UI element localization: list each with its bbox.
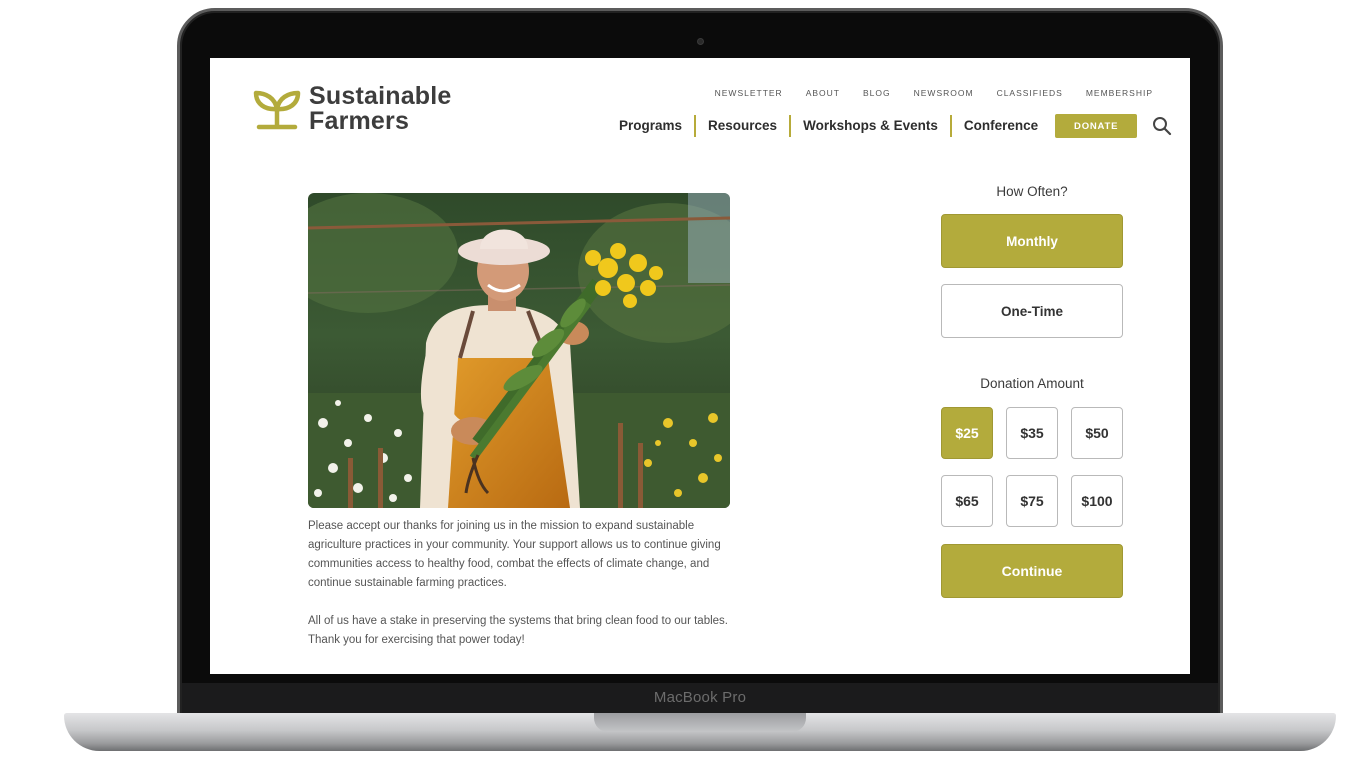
laptop-model-label: MacBook Pro — [653, 689, 747, 706]
amount-heading: Donation Amount — [980, 376, 1084, 391]
thank-you-paragraph-1: Please accept our thanks for joining us … — [308, 520, 721, 589]
amount-65-button[interactable]: $65 — [941, 475, 993, 527]
search-icon[interactable] — [1152, 116, 1172, 136]
donation-form: How Often? Monthly One-Time Donation Amo… — [941, 184, 1123, 598]
frequency-heading: How Often? — [996, 184, 1068, 199]
one-time-option-button[interactable]: One-Time — [941, 284, 1123, 338]
laptop-notch — [594, 713, 806, 732]
donate-button[interactable]: DONATE — [1055, 114, 1138, 138]
browser-viewport: Sustainable Farmers NEWSLETTER ABOUT BLO… — [210, 58, 1190, 674]
thank-you-paragraph-2: All of us have a stake in preserving the… — [308, 615, 728, 646]
amount-25-button[interactable]: $25 — [941, 407, 993, 459]
amount-35-button[interactable]: $35 — [1006, 407, 1058, 459]
site-logo[interactable]: Sustainable Farmers — [253, 84, 452, 134]
nav-programs[interactable]: Programs — [611, 115, 694, 137]
camera-icon — [697, 38, 704, 45]
nav-conference[interactable]: Conference — [949, 115, 1050, 137]
utility-link-about[interactable]: ABOUT — [806, 88, 840, 98]
utility-link-classifieds[interactable]: CLASSIFIEDS — [997, 88, 1063, 98]
amount-50-button[interactable]: $50 — [1071, 407, 1123, 459]
utility-link-newsroom[interactable]: NEWSROOM — [914, 88, 974, 98]
farmer-photo — [308, 193, 730, 508]
site-name-line1: Sustainable — [309, 82, 452, 110]
thank-you-copy: Please accept our thanks for joining us … — [308, 517, 728, 650]
site-name-line2: Farmers — [309, 107, 410, 135]
main-nav: Programs Resources Workshops & Events Co… — [611, 114, 1172, 138]
continue-button[interactable]: Continue — [941, 544, 1123, 598]
sprout-logo-icon — [253, 90, 301, 130]
amount-75-button[interactable]: $75 — [1006, 475, 1058, 527]
utility-link-blog[interactable]: BLOG — [863, 88, 891, 98]
amount-options: $25 $35 $50 $65 $75 $100 — [941, 407, 1123, 527]
nav-resources[interactable]: Resources — [694, 115, 789, 137]
utility-link-newsletter[interactable]: NEWSLETTER — [715, 88, 783, 98]
utility-link-membership[interactable]: MEMBERSHIP — [1086, 88, 1153, 98]
nav-workshops-events[interactable]: Workshops & Events — [789, 115, 950, 137]
monthly-option-button[interactable]: Monthly — [941, 214, 1123, 268]
hero-image — [308, 193, 730, 508]
utility-nav: NEWSLETTER ABOUT BLOG NEWSROOM CLASSIFIE… — [715, 88, 1153, 98]
amount-100-button[interactable]: $100 — [1071, 475, 1123, 527]
site-name: Sustainable Farmers — [309, 84, 452, 134]
